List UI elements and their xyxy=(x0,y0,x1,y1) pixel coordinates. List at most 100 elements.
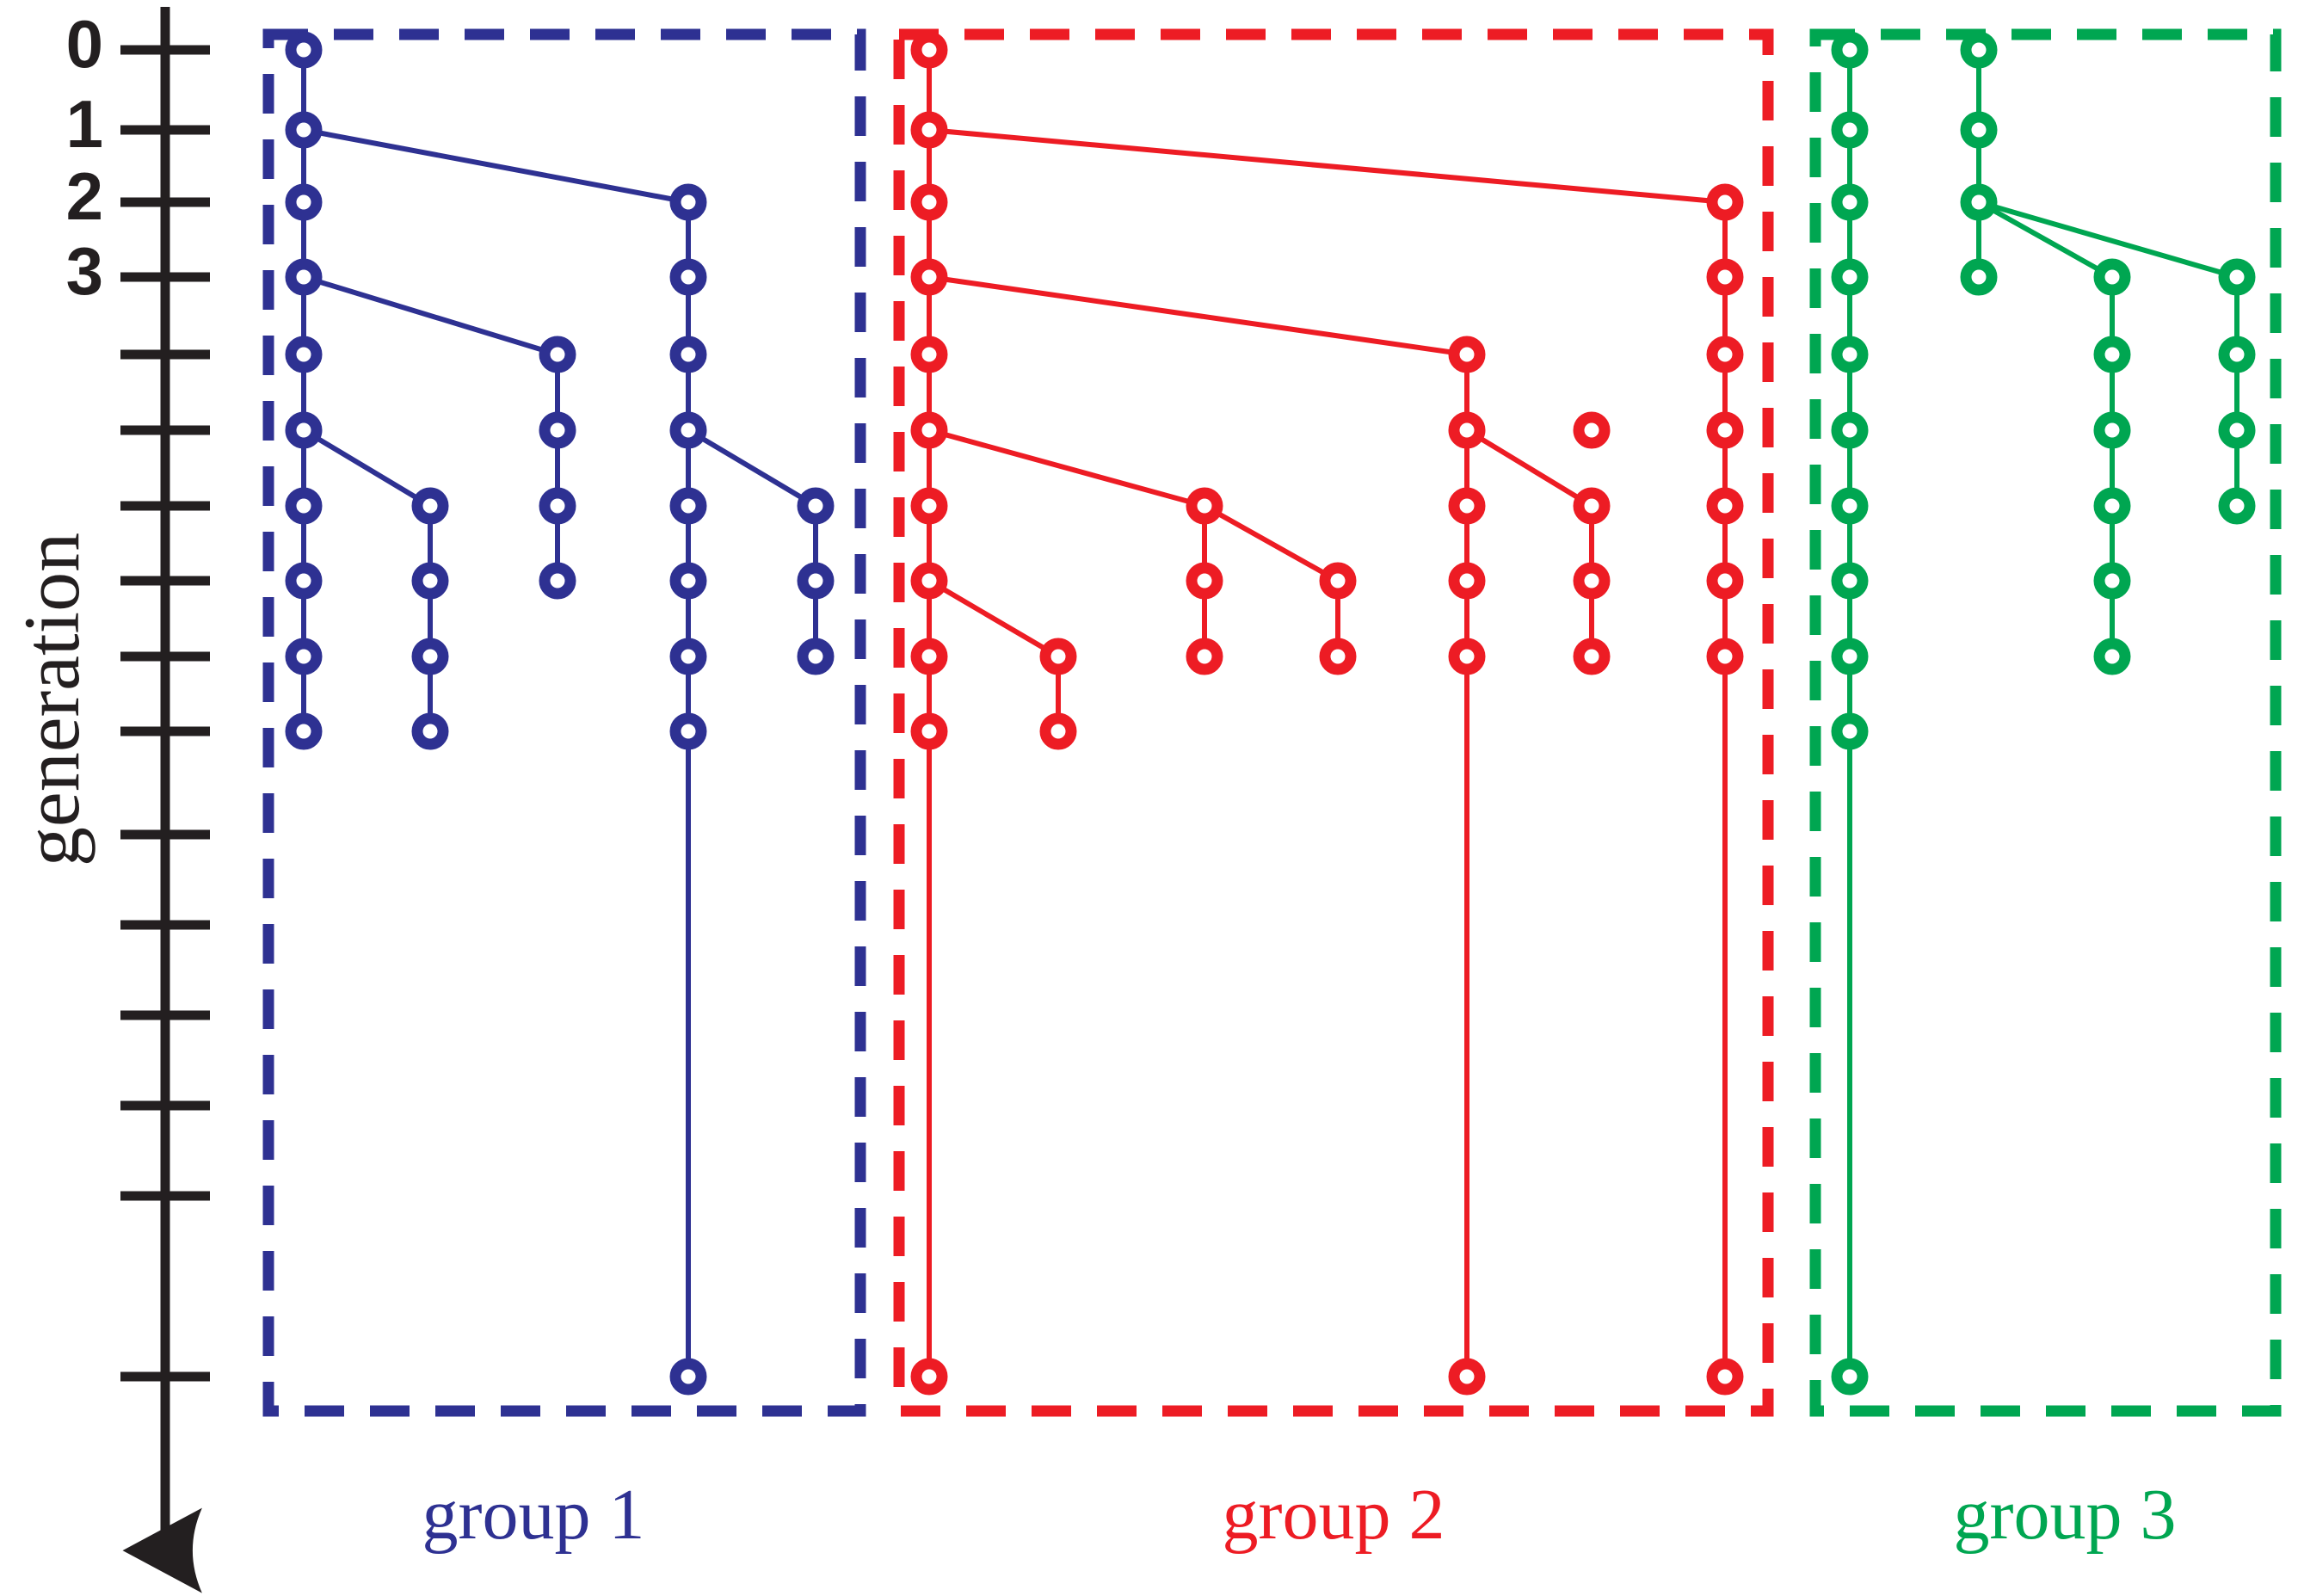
node-g3c3r5[interactable] xyxy=(2093,411,2131,449)
node-g2c1r10[interactable] xyxy=(910,1358,948,1396)
node-g2c3r8[interactable] xyxy=(1186,638,1223,675)
node-g1c4r2[interactable] xyxy=(669,183,707,221)
edge-g1c4r5-to-g1c5r6 xyxy=(686,428,818,508)
node-g2c5r4[interactable] xyxy=(1448,336,1486,373)
node-g1c4r7[interactable] xyxy=(669,562,707,600)
node-g1c4r8[interactable] xyxy=(669,638,707,675)
edge-g2c5r5-to-g2c6r6 xyxy=(1464,428,1594,508)
node-g3c4r3[interactable] xyxy=(2218,258,2256,296)
node-g2c1r4[interactable] xyxy=(910,336,948,373)
node-g3c1r5[interactable] xyxy=(1831,411,1869,449)
edge-g2c1r1-to-g2c7r2 xyxy=(927,127,1728,205)
node-g2c6r6[interactable] xyxy=(1573,487,1611,525)
node-g2c5r7[interactable] xyxy=(1448,562,1486,600)
node-g1c1r1[interactable] xyxy=(285,111,323,149)
node-g3c3r6[interactable] xyxy=(2093,487,2131,525)
node-g3c2r3[interactable] xyxy=(1960,258,1998,296)
edge-g2c1r3-to-g2c5r4 xyxy=(927,274,1469,357)
node-g1c4r10[interactable] xyxy=(669,1358,707,1396)
node-g1c1r7[interactable] xyxy=(285,562,323,600)
node-g2c7r7[interactable] xyxy=(1706,562,1744,600)
node-g3c2r2[interactable] xyxy=(1960,183,1998,221)
node-g2c5r10[interactable] xyxy=(1448,1358,1486,1396)
node-g3c4r5[interactable] xyxy=(2218,411,2256,449)
node-g1c3r7[interactable] xyxy=(539,562,576,600)
node-g2c1r2[interactable] xyxy=(910,183,948,221)
node-g2c5r5[interactable] xyxy=(1448,411,1486,449)
node-g2c5r8[interactable] xyxy=(1448,638,1486,675)
node-g1c4r9[interactable] xyxy=(669,712,707,750)
node-g3c1r1[interactable] xyxy=(1831,111,1869,149)
node-g3c3r7[interactable] xyxy=(2093,562,2131,600)
node-g1c4r5[interactable] xyxy=(669,411,707,449)
node-g3c2r0[interactable] xyxy=(1960,31,1998,69)
node-g2c1r5[interactable] xyxy=(910,411,948,449)
node-g3c3r4[interactable] xyxy=(2093,336,2131,373)
node-g1c4r4[interactable] xyxy=(669,336,707,373)
group-label-1: group 1 xyxy=(422,1475,645,1555)
node-g3c4r4[interactable] xyxy=(2218,336,2256,373)
node-g2c5r6[interactable] xyxy=(1448,487,1486,525)
node-g3c1r4[interactable] xyxy=(1831,336,1869,373)
generation-axis xyxy=(120,7,210,1593)
node-g1c1r9[interactable] xyxy=(285,712,323,750)
node-g1c3r5[interactable] xyxy=(539,411,576,449)
group-label-2: group 2 xyxy=(1222,1475,1445,1555)
axis-tick-label-0: 0 xyxy=(65,6,103,82)
node-g3c1r0[interactable] xyxy=(1831,31,1869,69)
node-g1c2r9[interactable] xyxy=(411,712,449,750)
node-g3c3r8[interactable] xyxy=(2093,638,2131,675)
node-g2c6r7[interactable] xyxy=(1573,562,1611,600)
node-g3c1r2[interactable] xyxy=(1831,183,1869,221)
node-g3c1r3[interactable] xyxy=(1831,258,1869,296)
node-g1c5r7[interactable] xyxy=(797,562,835,600)
node-g2c3r7[interactable] xyxy=(1186,562,1223,600)
axis-tick-label-2: 2 xyxy=(65,158,103,234)
node-g2c7r2[interactable] xyxy=(1706,183,1744,221)
node-g2c6r5[interactable] xyxy=(1573,411,1611,449)
node-g2c1r9[interactable] xyxy=(910,712,948,750)
node-g1c1r6[interactable] xyxy=(285,487,323,525)
node-g2c1r8[interactable] xyxy=(910,638,948,675)
node-g2c7r10[interactable] xyxy=(1706,1358,1744,1396)
node-g2c1r3[interactable] xyxy=(910,258,948,296)
node-g3c1r6[interactable] xyxy=(1831,487,1869,525)
node-g1c1r4[interactable] xyxy=(285,336,323,373)
node-g3c1r9[interactable] xyxy=(1831,712,1869,750)
node-g1c1r3[interactable] xyxy=(285,258,323,296)
node-g1c2r6[interactable] xyxy=(411,487,449,525)
node-g1c3r6[interactable] xyxy=(539,487,576,525)
node-g1c1r5[interactable] xyxy=(285,411,323,449)
node-g2c7r8[interactable] xyxy=(1706,638,1744,675)
node-g1c1r2[interactable] xyxy=(285,183,323,221)
node-g1c1r0[interactable] xyxy=(285,31,323,69)
node-g2c7r3[interactable] xyxy=(1706,258,1744,296)
node-g2c4r8[interactable] xyxy=(1319,638,1357,675)
node-g3c4r6[interactable] xyxy=(2218,487,2256,525)
node-g1c5r8[interactable] xyxy=(797,638,835,675)
node-g3c3r3[interactable] xyxy=(2093,258,2131,296)
node-g2c7r6[interactable] xyxy=(1706,487,1744,525)
node-g2c3r6[interactable] xyxy=(1186,487,1223,525)
node-g2c1r6[interactable] xyxy=(910,487,948,525)
node-g2c7r4[interactable] xyxy=(1706,336,1744,373)
node-g1c4r6[interactable] xyxy=(669,487,707,525)
node-g3c1r8[interactable] xyxy=(1831,638,1869,675)
node-g1c5r6[interactable] xyxy=(797,487,835,525)
node-g3c1r7[interactable] xyxy=(1831,562,1869,600)
node-g3c1r10[interactable] xyxy=(1831,1358,1869,1396)
node-g2c1r1[interactable] xyxy=(910,111,948,149)
node-g1c4r3[interactable] xyxy=(669,258,707,296)
node-g2c2r9[interactable] xyxy=(1039,712,1077,750)
node-g2c1r0[interactable] xyxy=(910,31,948,69)
node-g1c2r8[interactable] xyxy=(411,638,449,675)
node-g2c2r8[interactable] xyxy=(1039,638,1077,675)
node-g1c2r7[interactable] xyxy=(411,562,449,600)
node-g1c1r8[interactable] xyxy=(285,638,323,675)
node-g2c1r7[interactable] xyxy=(910,562,948,600)
node-g2c6r8[interactable] xyxy=(1573,638,1611,675)
node-g2c4r7[interactable] xyxy=(1319,562,1357,600)
node-g2c7r5[interactable] xyxy=(1706,411,1744,449)
node-g3c2r1[interactable] xyxy=(1960,111,1998,149)
node-g1c3r4[interactable] xyxy=(539,336,576,373)
